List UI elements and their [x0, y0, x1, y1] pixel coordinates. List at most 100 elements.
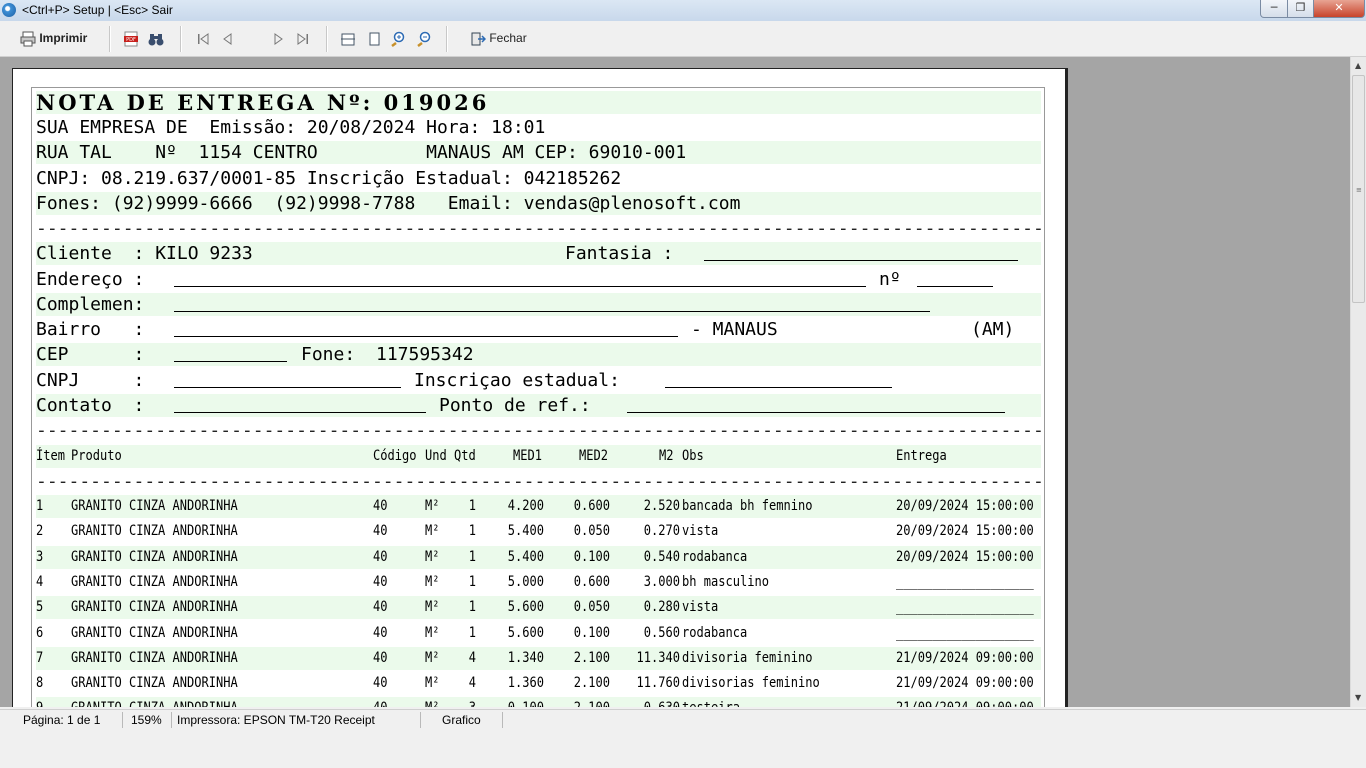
cell-med1: 5.600	[507, 599, 544, 616]
cep-label: CEP :	[36, 344, 145, 365]
app-icon	[2, 3, 16, 17]
cell-m2: 0.560	[643, 624, 680, 641]
find-button[interactable]	[148, 29, 164, 47]
print-label: Imprimir	[39, 31, 88, 45]
cell-med2: 0.100	[573, 548, 610, 565]
cell-produto: GRANITO CINZA ANDORINHA	[71, 573, 238, 590]
complemento-label: Complemen:	[36, 294, 145, 315]
scroll-up-arrow-icon[interactable]: ▲	[1355, 61, 1361, 70]
cell-qtd: 1	[468, 548, 476, 565]
cell-produto: GRANITO CINZA ANDORINHA	[71, 624, 238, 641]
table-row: 2 GRANITO CINZA ANDORINHA 40 M² 1 5.400 0.050 0…	[36, 520, 1041, 543]
cell-entrega: ___________________	[896, 599, 1034, 616]
cliente-label: Cliente :	[36, 243, 156, 264]
cell-obs: divisorias feminino	[682, 675, 820, 692]
numero-label: nº	[879, 269, 901, 290]
contato-label: Contato :	[36, 395, 145, 416]
bairro-uf: (AM)	[971, 319, 1015, 340]
numero-blank	[917, 268, 993, 287]
grip-icon: ≡	[1356, 186, 1362, 194]
toolbar-separator	[446, 26, 448, 52]
report-title: NOTA DE ENTREGA Nº: 019026	[36, 91, 1041, 114]
separator-line: ----------------------------------------…	[36, 420, 1041, 441]
table-row: 4 GRANITO CINZA ANDORINHA 40 M² 1 5.000 0.600 3…	[36, 571, 1041, 594]
cell-qtd: 1	[468, 573, 476, 590]
cell-entrega: 20/09/2024 15:00:00	[896, 548, 1034, 565]
cell-entrega: 21/09/2024 09:00:00	[896, 697, 1034, 707]
cell-m2: 2.520	[643, 498, 680, 514]
print-button[interactable]: Imprimir	[20, 29, 87, 47]
cell-med1: 5.400	[507, 548, 544, 565]
col-qtd: Qtd	[454, 448, 476, 464]
zoom-out-button[interactable]	[416, 29, 432, 47]
col-und: Und	[425, 448, 447, 464]
endereco-label: Endereço :	[36, 269, 145, 290]
status-separator	[171, 712, 172, 728]
close-window-button[interactable]: ✕	[1313, 0, 1365, 18]
vertical-scrollbar[interactable]: ▲ ≡ ▼	[1350, 57, 1366, 707]
next-page-button[interactable]	[270, 29, 286, 47]
ponto-label: Ponto de ref.:	[439, 395, 591, 416]
bairro-city: - MANAUS	[691, 319, 778, 340]
cell-und: M²	[425, 624, 440, 641]
export-pdf-button[interactable]: PDF	[123, 29, 139, 47]
cell-und: M²	[425, 523, 440, 540]
exit-door-icon	[470, 31, 487, 47]
first-page-button[interactable]	[195, 29, 211, 47]
cnpj-blank	[174, 369, 401, 388]
cell-obs: vista	[682, 523, 719, 540]
report-viewer[interactable]: NOTA DE ENTREGA Nº: 019026 SUA EMPRESA D…	[0, 57, 1350, 707]
zoom-level: 159%	[131, 713, 162, 727]
cell-med2: 2.100	[564, 697, 610, 707]
cell-produto: GRANITO CINZA ANDORINHA	[71, 498, 238, 514]
cell-codigo: 40	[373, 697, 387, 707]
cell-codigo: 40	[373, 498, 388, 514]
page-width-button[interactable]	[340, 29, 356, 47]
cell-qtd: 3	[454, 697, 476, 707]
page-indicator: Página: 1 de 1	[23, 713, 101, 727]
cell-qtd: 1	[468, 599, 476, 616]
table-row: 8 GRANITO CINZA ANDORINHA 40 M² 4 1.360 2.100 1…	[36, 672, 1041, 695]
cell-med1: 4.200	[507, 498, 544, 514]
cell-codigo: 40	[373, 675, 388, 692]
svg-text:PDF: PDF	[126, 37, 136, 43]
fantasia-blank	[704, 242, 1018, 261]
table-row: 5 GRANITO CINZA ANDORINHA 40 M² 1 5.600 0.050 0…	[36, 596, 1041, 620]
cell-produto: GRANITO CINZA ANDORINHA	[71, 697, 238, 707]
cell-item: 4	[36, 573, 44, 590]
minimize-button[interactable]: ─	[1260, 0, 1288, 18]
cell-m2: 3.000	[643, 573, 680, 590]
cell-entrega: ___________________	[896, 573, 1034, 590]
cell-med1: 5.000	[507, 573, 544, 590]
bairro-label: Bairro :	[36, 319, 145, 340]
cell-med1: 1.360	[507, 675, 544, 692]
whole-page-button[interactable]	[366, 29, 382, 47]
cell-entrega: ___________________	[896, 624, 1034, 641]
cell-m2: 11.760	[636, 675, 680, 692]
cell-und: M²	[425, 599, 440, 616]
scroll-down-arrow-icon[interactable]: ▼	[1355, 693, 1361, 702]
complemento-blank	[174, 293, 930, 312]
bairro-row: Bairro : - MANAUS (AM)	[36, 318, 1041, 341]
last-page-button[interactable]	[295, 29, 311, 47]
scrollbar-thumb[interactable]: ≡	[1352, 75, 1365, 303]
cell-und: M²	[425, 548, 440, 565]
cell-item: 5	[36, 599, 44, 616]
contato-row: Contato : Ponto de ref.:	[36, 394, 1041, 417]
cell-med1: 0.100	[498, 697, 544, 707]
bairro-blank	[174, 318, 678, 337]
zoom-in-button[interactable]	[390, 29, 406, 47]
cell-obs: divisoria feminino	[682, 649, 813, 666]
cell-entrega: 20/09/2024 15:00:00	[896, 523, 1034, 540]
address-line: RUA TAL Nº 1154 CENTRO MANAUS AM CEP: 69…	[36, 141, 1041, 164]
close-preview-button[interactable]: Fechar	[470, 29, 527, 47]
previous-page-button[interactable]	[220, 29, 236, 47]
zoom-in-icon	[390, 31, 406, 47]
cell-codigo: 40	[373, 624, 388, 641]
cell-und: M²	[425, 498, 440, 514]
cell-produto: GRANITO CINZA ANDORINHA	[71, 523, 238, 540]
ponto-blank	[627, 394, 1005, 413]
cell-m2: 0.540	[643, 548, 680, 565]
zoom-out-icon	[416, 31, 432, 47]
maximize-button[interactable]: ❐	[1287, 0, 1314, 18]
